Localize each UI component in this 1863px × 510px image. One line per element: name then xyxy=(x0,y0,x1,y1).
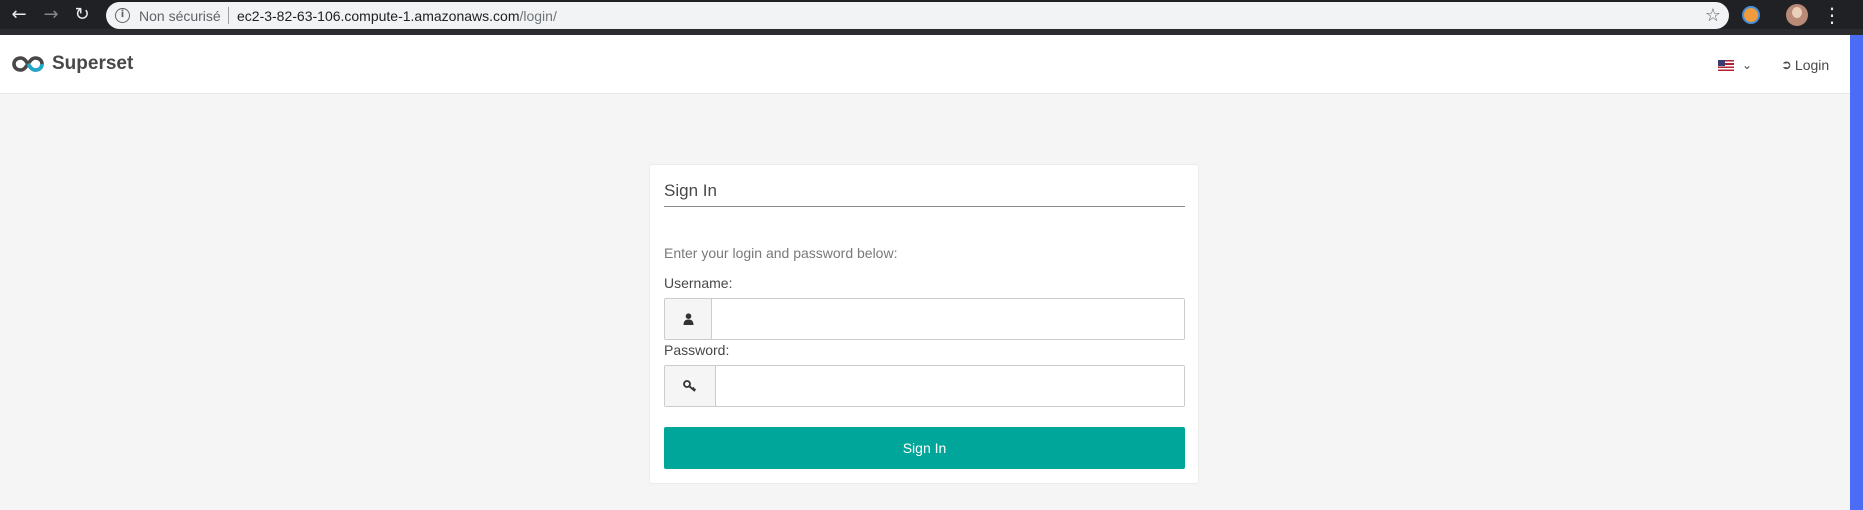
menu-icon[interactable]: ⋮ xyxy=(1822,4,1842,26)
forward-icon[interactable]: → xyxy=(40,4,62,26)
url-path: /login/ xyxy=(519,8,557,24)
brand-name: Superset xyxy=(52,53,134,74)
url-text[interactable]: ec2-3-82-63-106.compute-1.amazonaws.com/… xyxy=(237,8,557,24)
login-card: Sign In Enter your login and password be… xyxy=(649,164,1199,484)
back-icon[interactable]: ← xyxy=(8,4,30,26)
username-label: Username: xyxy=(664,275,733,291)
address-bar[interactable]: i Non sécurisé ec2-3-82-63-106.compute-1… xyxy=(106,2,1729,29)
password-label: Password: xyxy=(664,342,730,358)
sign-in-icon: ➲ xyxy=(1781,57,1792,73)
username-group xyxy=(664,298,1185,340)
chevron-down-icon: ⌄ xyxy=(1742,58,1753,72)
browser-toolbar: ← → ↻ i Non sécurisé ec2-3-82-63-106.com… xyxy=(0,0,1863,35)
login-label: Login xyxy=(1794,57,1830,73)
user-icon xyxy=(665,299,712,339)
login-link[interactable]: ➲ Login xyxy=(1781,57,1829,73)
title-divider xyxy=(664,206,1185,207)
side-panel-strip xyxy=(1850,35,1863,510)
username-input[interactable] xyxy=(712,299,1184,339)
app-navbar: Superset ⌄ ➲ Login xyxy=(0,35,1850,94)
sign-in-button[interactable]: Sign In xyxy=(664,427,1185,469)
address-separator xyxy=(228,7,229,24)
card-title: Sign In xyxy=(664,181,717,200)
profile-avatar[interactable] xyxy=(1786,4,1808,26)
password-group xyxy=(664,365,1185,407)
password-input[interactable] xyxy=(716,366,1184,406)
security-label: Non sécurisé xyxy=(139,8,221,24)
extension-icon[interactable] xyxy=(1742,6,1760,24)
key-icon xyxy=(665,366,716,406)
us-flag-icon xyxy=(1718,59,1734,71)
url-host: ec2-3-82-63-106.compute-1.amazonaws.com xyxy=(237,8,520,24)
info-icon[interactable]: i xyxy=(115,8,130,23)
login-hint: Enter your login and password below: xyxy=(664,245,898,261)
reload-icon[interactable]: ↻ xyxy=(71,4,93,26)
superset-logo-icon xyxy=(12,56,44,72)
language-selector[interactable]: ⌄ xyxy=(1718,58,1752,72)
brand[interactable]: Superset xyxy=(12,52,133,76)
star-icon[interactable]: ☆ xyxy=(1705,5,1721,26)
